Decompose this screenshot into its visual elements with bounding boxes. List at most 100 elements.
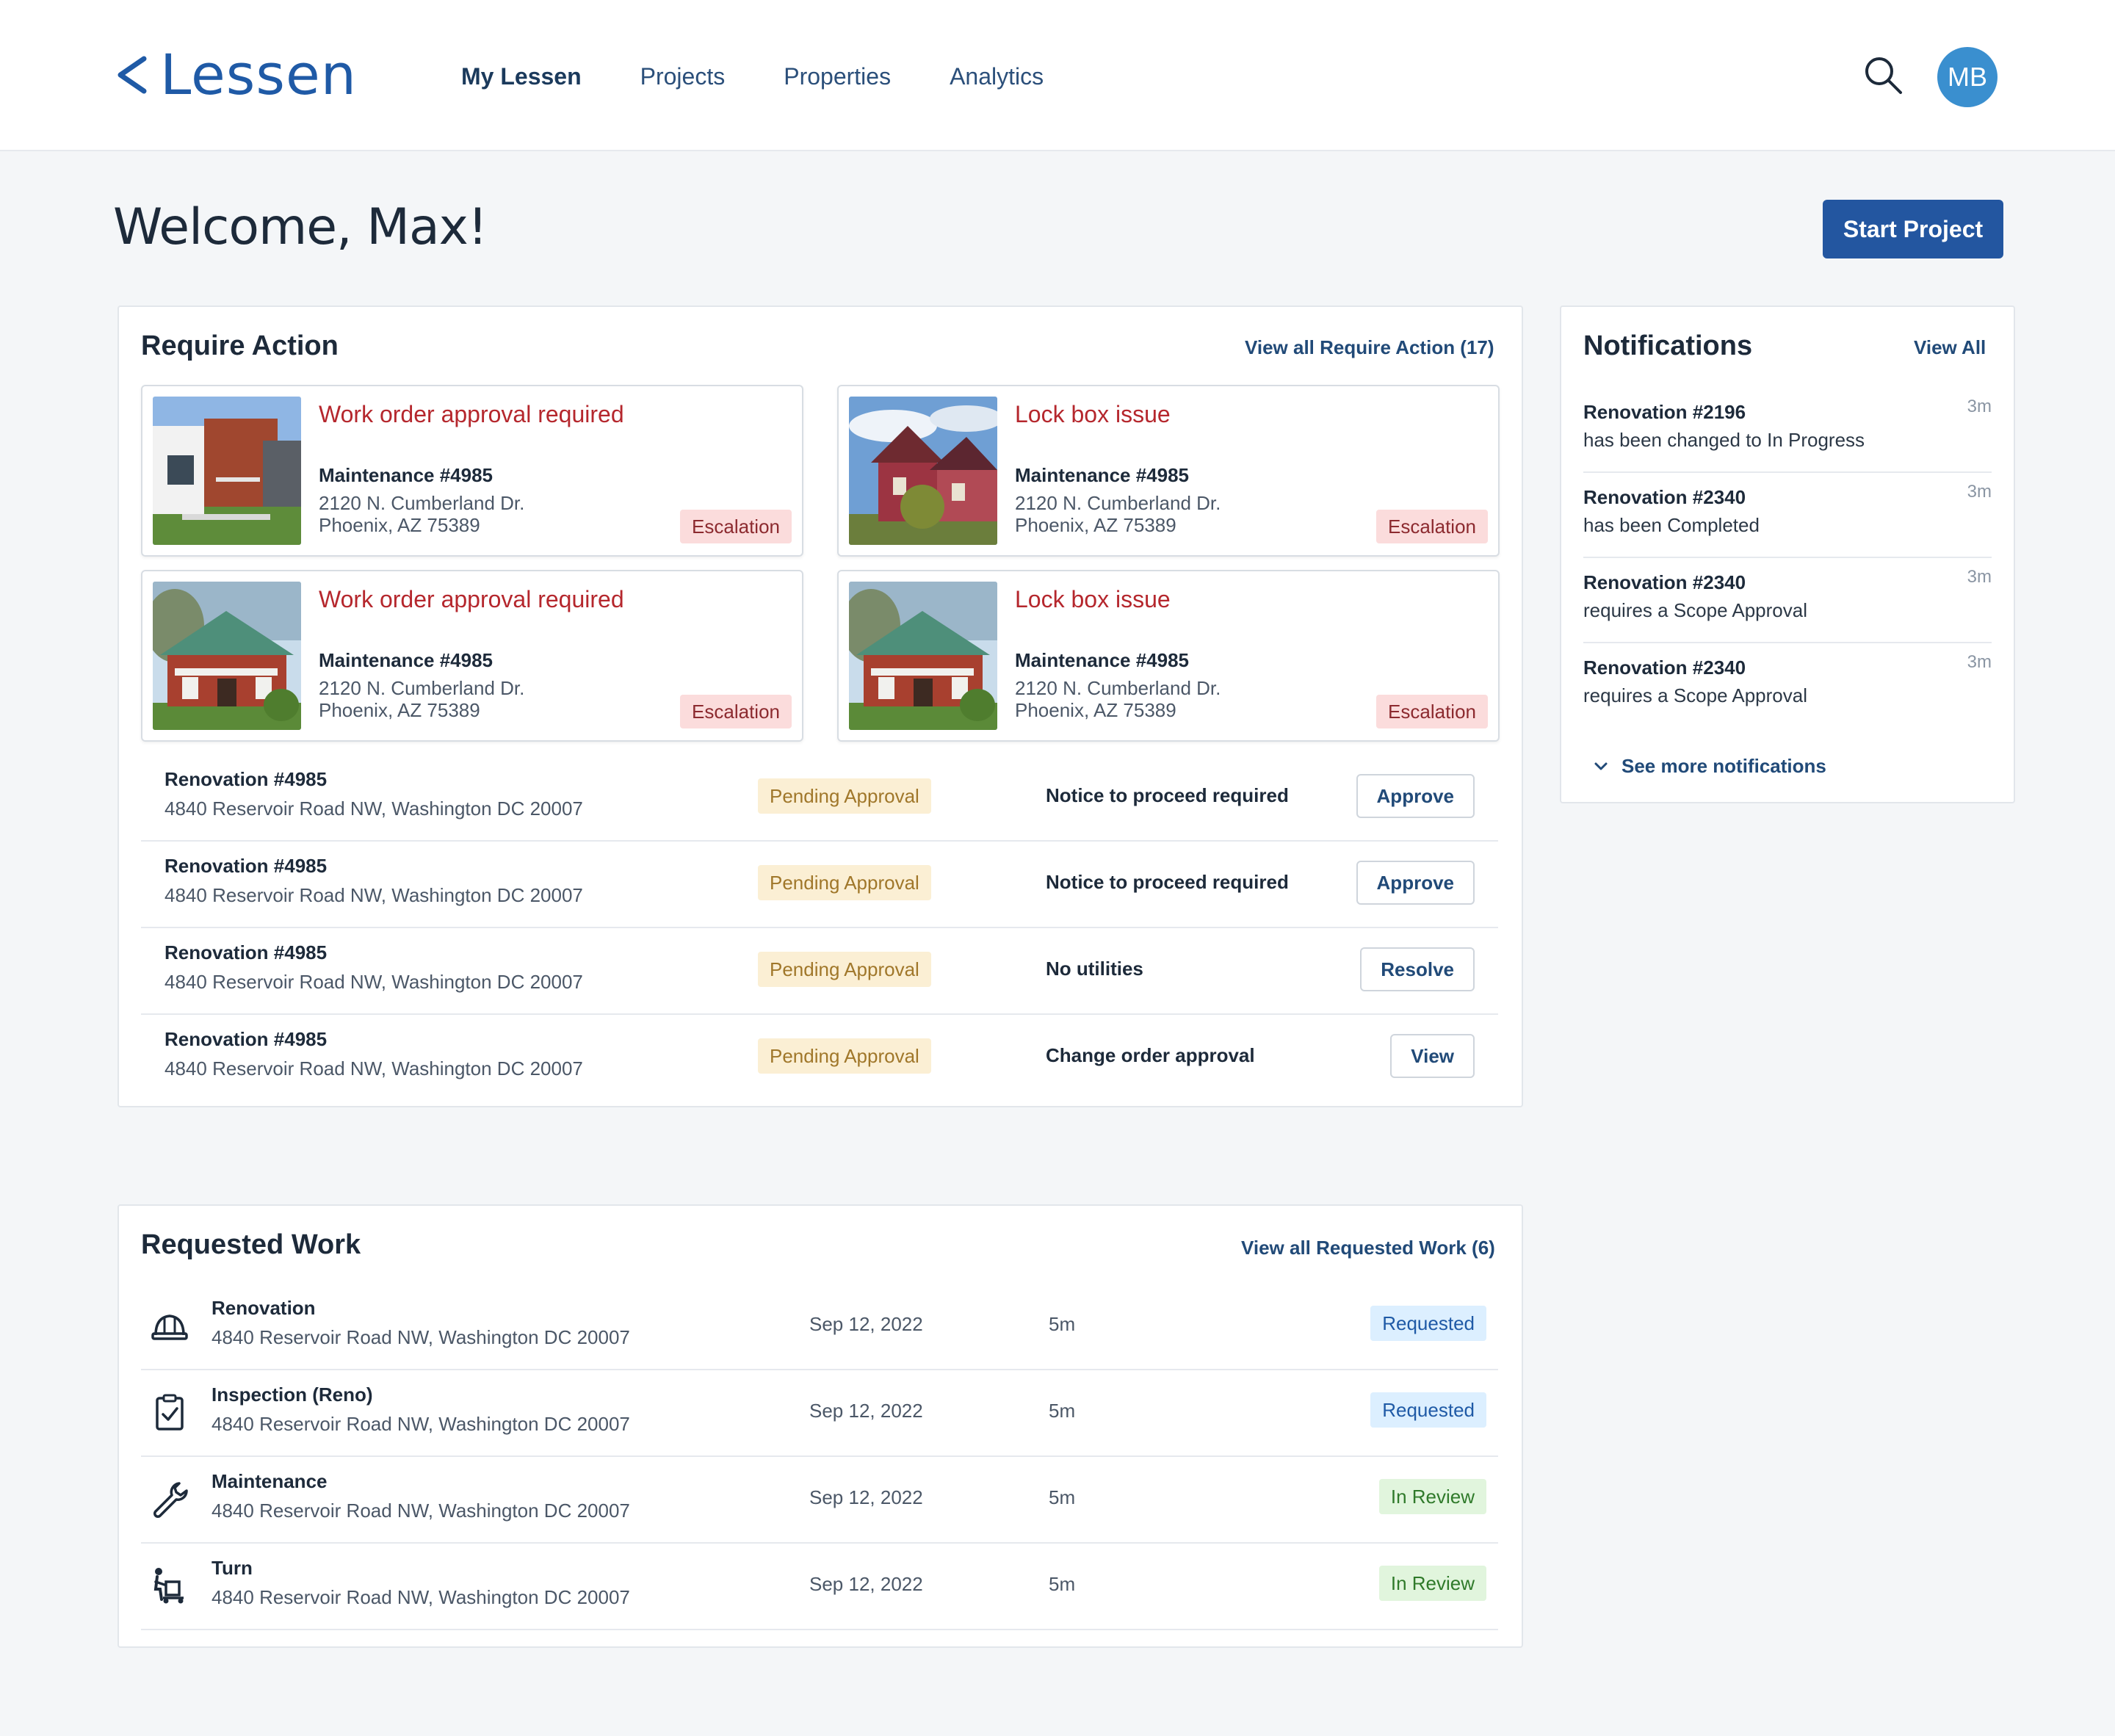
- view-button[interactable]: View: [1390, 1034, 1475, 1078]
- property-photo: [153, 397, 301, 545]
- notification-title: Renovation #2196: [1583, 401, 1746, 423]
- row-address: 4840 Reservoir Road NW, Washington DC 20…: [164, 971, 583, 993]
- hard-hat-icon: [151, 1314, 188, 1340]
- user-avatar[interactable]: MB: [1937, 47, 1998, 107]
- status-badge: Pending Approval: [758, 778, 931, 814]
- work-title: Maintenance: [212, 1470, 328, 1492]
- tile-title: Work order approval required: [319, 401, 624, 427]
- tile-work-order: Maintenance #4985: [1015, 649, 1190, 671]
- nav-analytics[interactable]: Analytics: [950, 59, 1044, 94]
- notification-time: 3m: [1967, 652, 1992, 672]
- work-row[interactable]: Renovation 4840 Reservoir Road NW, Washi…: [141, 1284, 1498, 1370]
- tile-work-order: Maintenance #4985: [319, 464, 494, 486]
- search-icon[interactable]: [1862, 54, 1904, 95]
- row-address: 4840 Reservoir Road NW, Washington DC 20…: [164, 884, 583, 906]
- work-date: Sep 12, 2022: [809, 1486, 923, 1508]
- tile-work-order: Maintenance #4985: [1015, 464, 1190, 486]
- notification-time: 3m: [1967, 397, 1992, 416]
- main-nav: My Lessen Projects Properties Analytics: [461, 59, 1102, 94]
- work-row[interactable]: Inspection (Reno) 4840 Reservoir Road NW…: [141, 1370, 1498, 1457]
- view-all-notifications-link[interactable]: View All: [1914, 336, 1986, 359]
- tile-address-line1: 2120 N. Cumberland Dr.: [319, 677, 525, 699]
- action-tile[interactable]: Lock box issue Maintenance #4985 2120 N.…: [837, 570, 1500, 742]
- tile-address-line2: Phoenix, AZ 75389: [1015, 514, 1176, 536]
- action-row: Renovation #4985 4840 Reservoir Road NW,…: [141, 842, 1498, 928]
- work-title: Turn: [212, 1557, 253, 1579]
- row-title: Renovation #4985: [164, 768, 328, 790]
- see-more-notifications-link[interactable]: See more notifications: [1594, 755, 1826, 778]
- work-address: 4840 Reservoir Road NW, Washington DC 20…: [212, 1413, 630, 1435]
- action-tile[interactable]: Lock box issue Maintenance #4985 2120 N.…: [837, 385, 1500, 557]
- tile-title: Lock box issue: [1015, 401, 1171, 427]
- status-badge: Pending Approval: [758, 1038, 931, 1074]
- tile-address-line1: 2120 N. Cumberland Dr.: [319, 492, 525, 514]
- tile-address-line2: Phoenix, AZ 75389: [319, 514, 480, 536]
- approve-button[interactable]: Approve: [1356, 774, 1475, 818]
- view-all-requested-work-link[interactable]: View all Requested Work (6): [1241, 1237, 1495, 1259]
- view-all-require-action-link[interactable]: View all Require Action (17): [1245, 336, 1494, 359]
- resolve-button[interactable]: Resolve: [1360, 947, 1475, 991]
- tile-work-order: Maintenance #4985: [319, 649, 494, 671]
- wrench-icon: [153, 1482, 188, 1518]
- action-row: Renovation #4985 4840 Reservoir Road NW,…: [141, 755, 1498, 842]
- lessen-logo[interactable]: Lessen: [115, 47, 357, 103]
- work-date: Sep 12, 2022: [809, 1400, 923, 1422]
- work-row[interactable]: Maintenance 4840 Reservoir Road NW, Wash…: [141, 1457, 1498, 1544]
- notifications-title: Notifications: [1583, 330, 1753, 361]
- status-badge: In Review: [1378, 1479, 1486, 1514]
- see-more-label: See more notifications: [1622, 755, 1826, 777]
- work-time: 5m: [1049, 1573, 1076, 1595]
- approve-button[interactable]: Approve: [1356, 861, 1475, 905]
- requested-work-title: Requested Work: [141, 1229, 361, 1260]
- notification-time: 3m: [1967, 567, 1992, 587]
- tile-title: Lock box issue: [1015, 586, 1171, 612]
- status-badge: Requested: [1370, 1306, 1486, 1341]
- require-action-title: Require Action: [141, 330, 339, 361]
- work-address: 4840 Reservoir Road NW, Washington DC 20…: [212, 1326, 630, 1348]
- row-note: Change order approval: [1046, 1044, 1255, 1066]
- nav-properties[interactable]: Properties: [784, 59, 891, 94]
- tile-address-line2: Phoenix, AZ 75389: [319, 699, 480, 721]
- notification-title: Renovation #2340: [1583, 486, 1746, 508]
- row-note: Notice to proceed required: [1046, 871, 1289, 893]
- notification-title: Renovation #2340: [1583, 657, 1746, 679]
- work-time: 5m: [1049, 1400, 1076, 1422]
- work-title: Renovation: [212, 1297, 316, 1319]
- status-badge: Pending Approval: [758, 865, 931, 900]
- nav-projects[interactable]: Projects: [640, 59, 726, 94]
- escalation-badge: Escalation: [680, 695, 792, 728]
- notification-text: has been Completed: [1583, 514, 1760, 536]
- escalation-badge: Escalation: [680, 510, 792, 543]
- escalation-badge: Escalation: [1376, 695, 1488, 728]
- escalation-badge: Escalation: [1376, 510, 1488, 543]
- dolly-mover-icon: [153, 1568, 184, 1604]
- row-address: 4840 Reservoir Road NW, Washington DC 20…: [164, 798, 583, 820]
- notification-item[interactable]: Renovation #2340 requires a Scope Approv…: [1583, 558, 1992, 643]
- work-date: Sep 12, 2022: [809, 1573, 923, 1595]
- property-photo: [849, 582, 997, 730]
- start-project-button[interactable]: Start Project: [1823, 200, 2003, 258]
- tile-address-line1: 2120 N. Cumberland Dr.: [1015, 677, 1221, 699]
- action-row: Renovation #4985 4840 Reservoir Road NW,…: [141, 928, 1498, 1015]
- chevron-down-icon: [1594, 762, 1608, 770]
- notification-item[interactable]: Renovation #2196 has been changed to In …: [1583, 388, 1992, 473]
- row-title: Renovation #4985: [164, 941, 328, 963]
- status-badge: In Review: [1378, 1566, 1486, 1601]
- tile-address-line2: Phoenix, AZ 75389: [1015, 699, 1176, 721]
- property-photo: [153, 582, 301, 730]
- status-badge: Pending Approval: [758, 952, 931, 987]
- work-time: 5m: [1049, 1486, 1076, 1508]
- nav-my-lessen[interactable]: My Lessen: [461, 59, 582, 94]
- row-title: Renovation #4985: [164, 1028, 328, 1050]
- action-tile[interactable]: Work order approval required Maintenance…: [141, 385, 803, 557]
- notification-item[interactable]: Renovation #2340 requires a Scope Approv…: [1583, 643, 1992, 728]
- notification-text: has been changed to In Progress: [1583, 429, 1865, 451]
- work-title: Inspection (Reno): [212, 1384, 373, 1406]
- top-header: Lessen My Lessen Projects Properties Ana…: [0, 0, 2115, 151]
- work-row[interactable]: Turn 4840 Reservoir Road NW, Washington …: [141, 1544, 1498, 1630]
- notification-item[interactable]: Renovation #2340 has been Completed 3m: [1583, 473, 1992, 558]
- work-time: 5m: [1049, 1313, 1076, 1335]
- action-tile[interactable]: Work order approval required Maintenance…: [141, 570, 803, 742]
- logo-chevron-icon: [118, 56, 147, 94]
- notification-time: 3m: [1967, 482, 1992, 502]
